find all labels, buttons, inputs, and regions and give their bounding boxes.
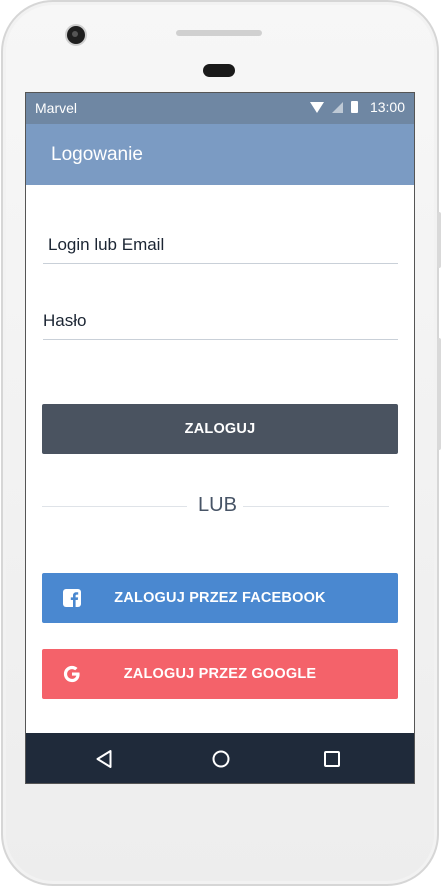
divider-text: LUB [198, 494, 237, 516]
app-bar: Logowanie [26, 124, 414, 185]
wifi-icon [309, 101, 324, 113]
home-icon [212, 750, 230, 768]
facebook-login-button[interactable]: ZALOGUJ PRZEZ FACEBOOK [42, 573, 398, 623]
google-login-button[interactable]: ZALOGUJ PRZEZ GOOGLE [42, 649, 398, 699]
facebook-button-label: ZALOGUJ PRZEZ FACEBOOK [114, 590, 326, 606]
google-button-label: ZALOGUJ PRZEZ GOOGLE [123, 666, 317, 682]
volume-button [437, 338, 441, 450]
back-icon [96, 750, 112, 768]
status-bar: Marvel 13:00 [26, 93, 414, 124]
nav-back-button[interactable] [92, 747, 116, 771]
login-email-field[interactable]: Login lub Email [43, 229, 398, 264]
nav-home-button[interactable] [209, 747, 233, 771]
password-value: Hasło [43, 311, 87, 330]
password-field[interactable]: Hasło [43, 305, 398, 340]
page-title: Logowanie [51, 144, 143, 165]
phone-screen: Marvel 13:00 Logowanie Login lub Email H… [25, 92, 415, 784]
phone-device: Marvel 13:00 Logowanie Login lub Email H… [0, 0, 443, 890]
login-button-label: ZALOGUJ [184, 421, 256, 437]
google-icon [63, 665, 80, 683]
battery-icon [350, 101, 358, 113]
recents-icon [324, 751, 340, 767]
front-camera-icon [67, 26, 85, 44]
login-button[interactable]: ZALOGUJ [42, 404, 398, 454]
earpiece-speaker [176, 30, 262, 36]
status-icons: 13:00 [309, 99, 405, 115]
facebook-icon [63, 589, 81, 607]
power-button [437, 212, 441, 268]
proximity-sensor [203, 64, 235, 77]
divider-line-left [42, 506, 187, 507]
login-email-value: Login lub Email [48, 235, 165, 254]
signal-icon [331, 101, 343, 113]
status-time: 13:00 [369, 99, 405, 115]
carrier-name: Marvel [35, 100, 78, 116]
divider-line-right [243, 506, 389, 507]
or-divider: LUB [42, 491, 389, 521]
navigation-bar [26, 733, 414, 783]
nav-recents-button[interactable] [320, 747, 344, 771]
